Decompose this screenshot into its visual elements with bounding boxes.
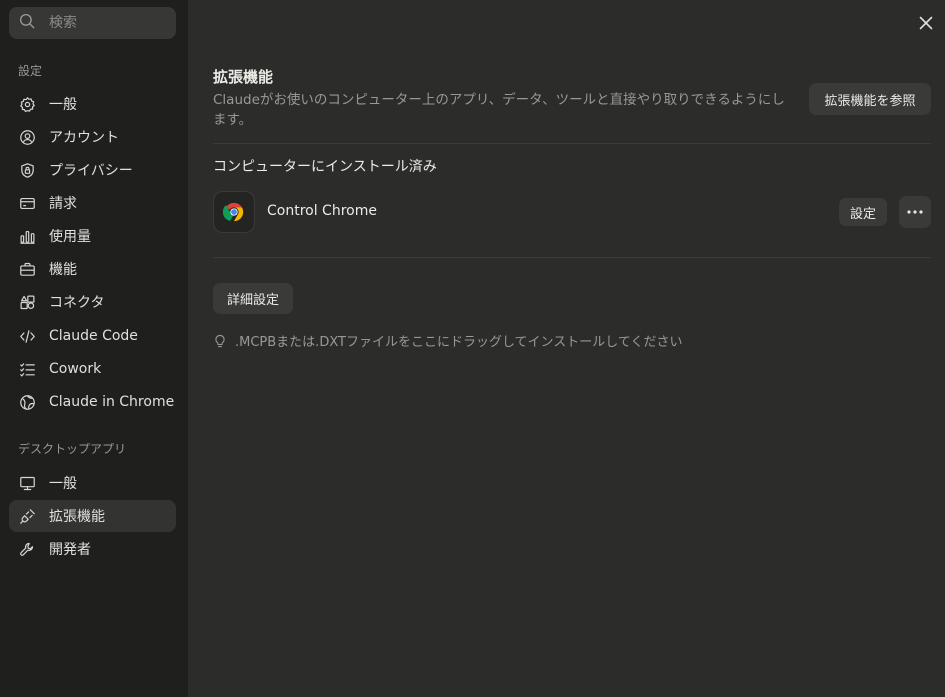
settings-section-label: 設定 <box>18 64 43 78</box>
page-description: Claudeがお使いのコンピューター上のアプリ、データ、ツールと直接やり取りでき… <box>213 92 785 128</box>
divider <box>213 257 931 258</box>
monitor-icon <box>19 475 36 492</box>
sidebar: 設定 一般 アカウント プライバシー 請求 使用量 機能 コネクタ Claude… <box>0 0 188 697</box>
wrench-icon <box>19 541 36 558</box>
extension-more-button[interactable] <box>899 196 931 228</box>
credit-card-icon <box>19 195 36 212</box>
chrome-logo-icon <box>213 191 255 233</box>
user-circle-icon <box>19 129 36 146</box>
drag-drop-hint: .MCPBまたは.DXTファイルをここにドラッグしてインストールしてください <box>213 331 683 350</box>
desktop-app-section-label: デスクトップアプリ <box>18 442 127 456</box>
sidebar-item-label: プライバシー <box>49 163 133 179</box>
sidebar-item-label: 拡張機能 <box>49 509 105 525</box>
search-input[interactable] <box>49 15 159 31</box>
close-button[interactable] <box>916 13 936 33</box>
sidebar-item-billing[interactable]: 請求 <box>9 187 176 219</box>
sidebar-item-label: 一般 <box>49 476 77 492</box>
sidebar-item-label: Claude in Chrome <box>49 394 175 410</box>
sidebar-item-label: 開発者 <box>49 542 91 558</box>
sidebar-item-label: 一般 <box>49 97 77 113</box>
plug-icon <box>19 508 36 525</box>
list-check-icon <box>19 361 36 378</box>
sidebar-item-account[interactable]: アカウント <box>9 121 176 153</box>
shield-lock-icon <box>19 162 36 179</box>
shapes-icon <box>19 294 36 311</box>
sidebar-item-cowork[interactable]: Cowork <box>9 353 176 385</box>
sidebar-item-privacy[interactable]: プライバシー <box>9 154 176 186</box>
gear-icon <box>19 96 36 113</box>
sidebar-item-label: Cowork <box>49 361 102 377</box>
search-icon <box>18 12 36 34</box>
advanced-settings-button[interactable]: 詳細設定 <box>213 283 293 314</box>
sidebar-item-features[interactable]: 機能 <box>9 253 176 285</box>
sidebar-item-connectors[interactable]: コネクタ <box>9 286 176 318</box>
more-horizontal-icon <box>907 210 923 214</box>
search-box[interactable] <box>9 7 176 39</box>
drag-drop-hint-text: .MCPBまたは.DXTファイルをここにドラッグしてインストールしてください <box>235 335 683 350</box>
sidebar-item-claude-in-chrome[interactable]: Claude in Chrome <box>9 386 176 418</box>
sidebar-item-usage[interactable]: 使用量 <box>9 220 176 252</box>
bar-chart-icon <box>19 228 36 245</box>
close-icon <box>919 16 933 30</box>
installed-section-title: コンピューターにインストール済み <box>213 159 437 175</box>
sidebar-item-label: 使用量 <box>49 229 91 245</box>
extension-name: Control Chrome <box>267 203 377 219</box>
page-title: 拡張機能 <box>213 68 274 86</box>
code-icon <box>19 328 36 345</box>
globe-icon <box>19 394 36 411</box>
sidebar-item-label: 機能 <box>49 262 77 278</box>
briefcase-icon <box>19 261 36 278</box>
browse-extensions-button[interactable]: 拡張機能を参照 <box>809 83 931 115</box>
sidebar-item-label: コネクタ <box>49 295 105 311</box>
sidebar-item-claude-code[interactable]: Claude Code <box>9 320 176 352</box>
sidebar-item-desktop-general[interactable]: 一般 <box>9 467 176 499</box>
sidebar-item-general[interactable]: 一般 <box>9 88 176 120</box>
sidebar-item-extensions[interactable]: 拡張機能 <box>9 500 176 532</box>
sidebar-item-developer[interactable]: 開発者 <box>9 533 176 565</box>
lightbulb-icon <box>215 334 225 347</box>
sidebar-item-label: 請求 <box>49 196 77 212</box>
sidebar-item-label: アカウント <box>49 130 119 146</box>
extension-settings-button[interactable]: 設定 <box>839 198 887 226</box>
sidebar-item-label: Claude Code <box>49 328 138 344</box>
divider <box>213 143 931 144</box>
